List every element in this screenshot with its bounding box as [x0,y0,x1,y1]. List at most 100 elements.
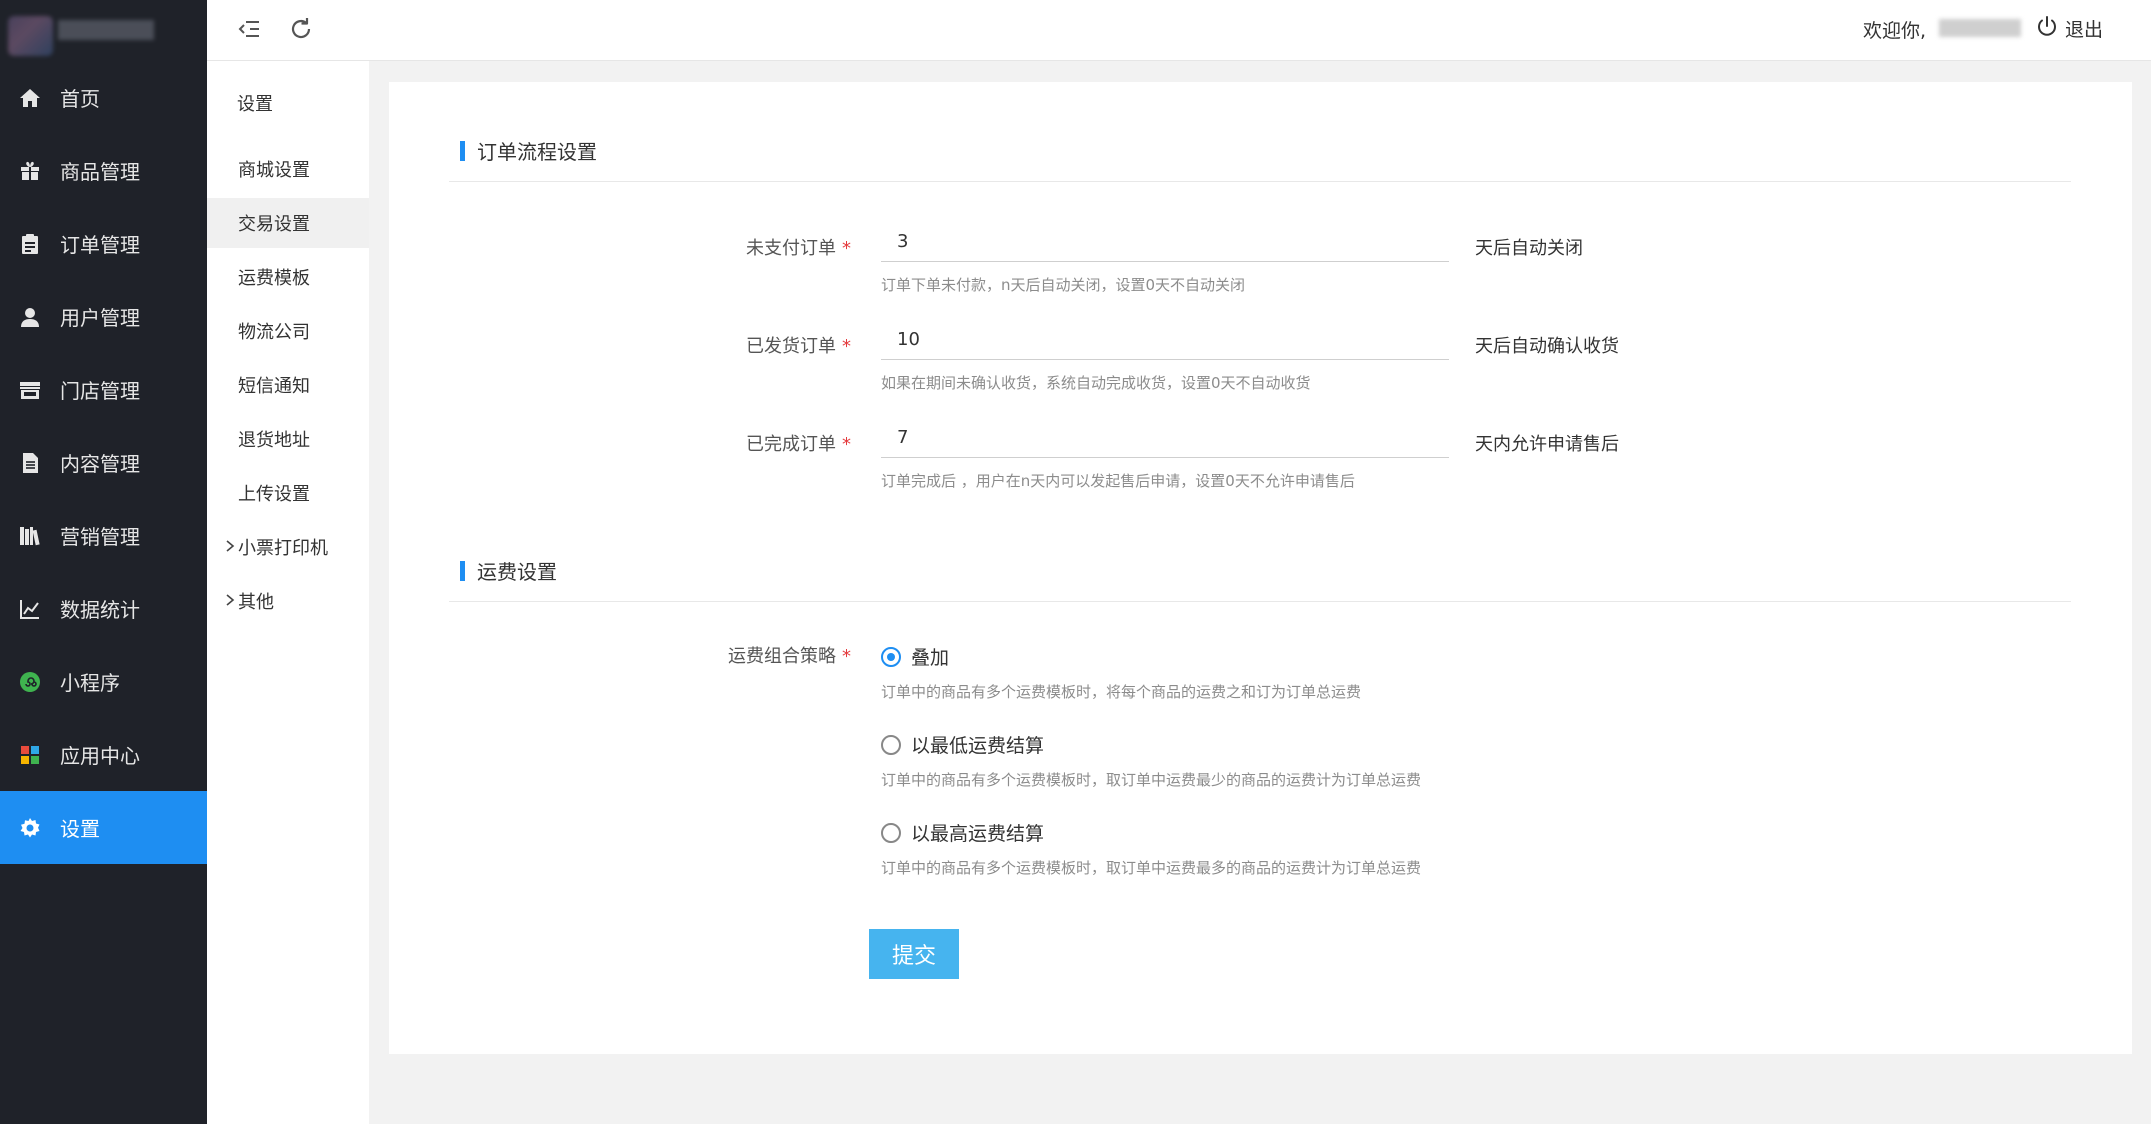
submenu-item-label: 商城设置 [238,160,310,181]
sidebar-item-label: 门店管理 [60,379,140,403]
radio-hint: 订单中的商品有多个运费模板时，将每个商品的运费之和订为订单总运费 [881,683,1362,701]
username-blurred [1939,19,2021,37]
freight-strategy-radio[interactable]: 以最低运费结算 [881,731,1044,758]
field-label: 未支付订单 * [746,238,851,259]
section-title-text: 运费设置 [477,560,557,584]
field-unit: 天后自动关闭 [1475,238,1583,259]
field-label: 已完成订单 * [746,434,851,455]
sidebar-item-document[interactable]: 内容管理 [0,426,207,499]
divider [449,601,2071,602]
submenu-item[interactable]: 商城设置 [207,144,369,194]
field-hint: 订单完成后 ，用户在n天内可以发起售后申请，设置0天不允许申请售后 [881,472,1355,490]
submenu-item-label: 运费模板 [238,268,310,289]
field-hint: 如果在期间未确认收货，系统自动完成收货，设置0天不自动收货 [881,374,1311,392]
radio-hint: 订单中的商品有多个运费模板时，取订单中运费最多的商品的运费计为订单总运费 [881,859,1422,877]
sidebar-item-label: 设置 [60,817,100,841]
sidebar-item-books[interactable]: 营销管理 [0,499,207,572]
submenu-item[interactable]: 运费模板 [207,252,369,302]
sidebar-item-label: 用户管理 [60,306,140,330]
logout-label: 退出 [2064,19,2103,41]
radio-circle [881,646,901,667]
freight-strategy-radio[interactable]: 叠加 [881,643,949,670]
chevron-right-icon [223,537,237,552]
field-unit: 天内允许申请售后 [1475,434,1619,455]
field-unit: 天后自动确认收货 [1475,336,1619,357]
order-section-title: 订单流程设置 [460,136,597,165]
submit-button[interactable]: 提交 [869,929,959,979]
page-scroll-edge [2137,61,2151,1124]
sidebar-item-apps[interactable]: 应用中心 [0,718,207,791]
sidebar-item-gear[interactable]: 设置 [0,791,207,864]
books-icon [0,524,60,548]
sidebar-item-label: 订单管理 [60,233,140,257]
section-title-bar [460,140,465,161]
sidebar-item-store[interactable]: 门店管理 [0,353,207,426]
divider [449,181,2071,182]
sidebar-item-gift[interactable]: 商品管理 [0,134,207,207]
submenu-item-label: 短信通知 [238,376,310,397]
gift-icon [0,159,60,183]
settings-card: 订单流程设置 未支付订单* 天后自动关闭订单下单未付款，n天后自动关闭，设置0天不… [389,82,2132,1054]
order-days-input[interactable] [881,418,1449,458]
chevron-right-icon [223,591,237,606]
sidebar-item-user[interactable]: 用户管理 [0,280,207,353]
section-title-bar [460,560,465,581]
sidebar-item-home[interactable]: 首页 [0,61,207,134]
mini-program-icon [0,670,60,694]
radio-circle [881,822,901,843]
sidebar: 首页商品管理订单管理用户管理门店管理内容管理营销管理数据统计小程序应用中心设置 [0,0,207,1124]
strategy-label: 运费组合策略 * [728,646,851,667]
logo-text-blurred [58,20,154,40]
sidebar-item-label: 应用中心 [60,744,140,768]
sidebar-item-line-chart[interactable]: 数据统计 [0,572,207,645]
logout-button[interactable]: 退出 [2035,14,2103,43]
radio-hint: 订单中的商品有多个运费模板时，取订单中运费最少的商品的运费计为订单总运费 [881,771,1422,789]
sidebar-item-mini-program[interactable]: 小程序 [0,645,207,718]
submenu-item-label: 物流公司 [238,322,310,343]
submenu-item[interactable]: 其他 [207,576,369,626]
submenu-item-label: 其他 [238,592,274,613]
submenu-item[interactable]: 退货地址 [207,414,369,464]
order-days-input[interactable] [881,222,1449,262]
submenu-item-label: 上传设置 [238,484,310,505]
power-icon [2035,14,2059,43]
radio-label: 以最低运费结算 [911,735,1045,757]
radio-label: 叠加 [911,647,950,669]
sidebar-item-label: 内容管理 [60,452,140,476]
home-icon [0,86,60,110]
submenu-item[interactable]: 物流公司 [207,306,369,356]
submenu-title: 设置 [237,94,273,115]
submenu-item-label: 小票打印机 [238,538,328,559]
gear-icon [0,816,60,840]
submenu-item[interactable]: 短信通知 [207,360,369,410]
radio-label: 以最高运费结算 [911,823,1045,845]
collapse-menu-icon[interactable] [235,15,263,43]
field-label: 已发货订单 * [746,336,851,357]
sidebar-item-clipboard[interactable]: 订单管理 [0,207,207,280]
user-icon [0,305,60,329]
settings-submenu: 设置 商城设置交易设置运费模板物流公司短信通知退货地址上传设置小票打印机其他 [207,0,369,1124]
sidebar-item-label: 商品管理 [60,160,140,184]
freight-section-title: 运费设置 [460,556,557,585]
apps-icon [0,743,60,767]
line-chart-icon [0,597,60,621]
logo-image [8,16,53,56]
radio-circle [881,734,901,755]
sidebar-item-label: 营销管理 [60,525,140,549]
submenu-item-label: 退货地址 [238,430,310,451]
submenu-item[interactable]: 上传设置 [207,468,369,518]
submenu-item[interactable]: 交易设置 [207,198,369,248]
submenu-item[interactable]: 小票打印机 [207,522,369,572]
clipboard-icon [0,232,60,256]
submenu-item-label: 交易设置 [238,214,310,235]
sidebar-nav: 首页商品管理订单管理用户管理门店管理内容管理营销管理数据统计小程序应用中心设置 [0,61,207,864]
sidebar-item-label: 小程序 [60,671,120,695]
welcome-text: 欢迎你, [1862,20,1926,42]
order-days-input[interactable] [881,320,1449,360]
section-title-text: 订单流程设置 [477,140,597,164]
document-icon [0,451,60,475]
logo [0,0,207,61]
refresh-icon[interactable] [287,15,315,43]
store-icon [0,378,60,402]
freight-strategy-radio[interactable]: 以最高运费结算 [881,819,1044,846]
